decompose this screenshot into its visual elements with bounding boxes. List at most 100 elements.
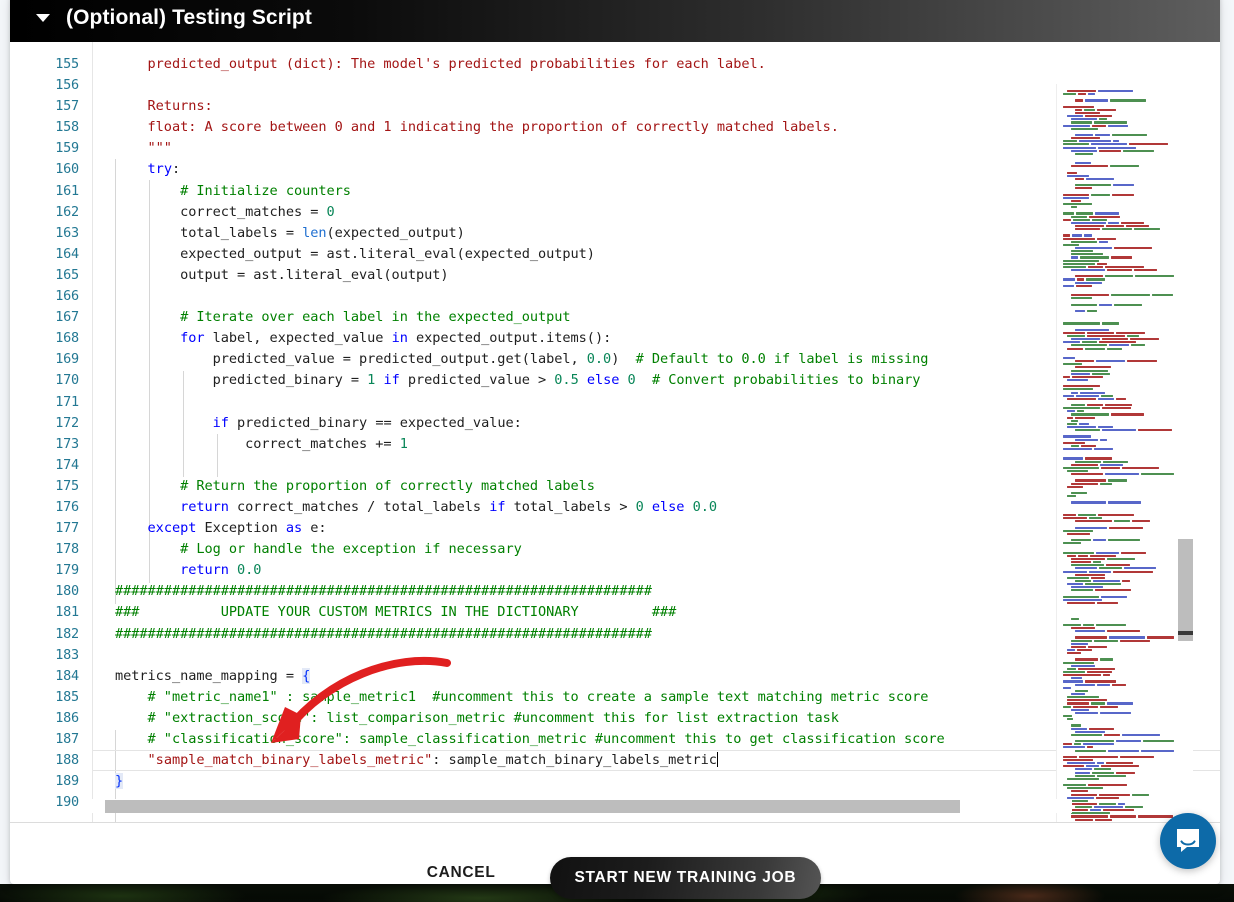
minimap-line xyxy=(1063,115,1174,118)
minimap-line xyxy=(1063,309,1174,312)
code-line[interactable]: ### UPDATE YOUR CUSTOM METRICS IN THE DI… xyxy=(93,602,1220,623)
minimap-line xyxy=(1063,262,1174,265)
code-line[interactable]: ########################################… xyxy=(93,581,1220,602)
minimap-line xyxy=(1063,730,1174,733)
code-line[interactable] xyxy=(93,75,1220,96)
vertical-scrollbar-thumb[interactable] xyxy=(1178,539,1193,641)
minimap-line xyxy=(1063,567,1174,570)
code-minimap[interactable] xyxy=(1056,84,1178,822)
code-line[interactable]: ########################################… xyxy=(93,624,1220,645)
line-number: 165 xyxy=(55,266,79,283)
code-line[interactable]: # "extraction_score": list_comparison_me… xyxy=(93,708,1220,729)
code-line[interactable]: correct_matches = 0 xyxy=(93,202,1220,223)
minimap-line xyxy=(1063,372,1174,375)
editor-code-area[interactable]: predicted_output (dict): The model's pre… xyxy=(92,42,1220,822)
minimap-line xyxy=(1063,470,1174,473)
minimap-line xyxy=(1063,334,1174,338)
minimap-line xyxy=(1063,762,1174,765)
minimap-line xyxy=(1063,228,1174,231)
code-line[interactable]: for label, expected_value in expected_ou… xyxy=(93,328,1220,349)
vertical-scrollbar-track[interactable] xyxy=(1178,84,1193,822)
minimap-line xyxy=(1063,787,1174,790)
minimap-line xyxy=(1063,671,1174,674)
code-editor[interactable]: 155 156 157 158 159 160 161 162 163 164 165 166 167 1… xyxy=(10,42,1220,822)
code-line[interactable]: # "metric_name1" : sample_metric1 #uncom… xyxy=(93,687,1220,708)
code-line[interactable]: predicted_value = predicted_output.get(l… xyxy=(93,349,1220,370)
section-title: (Optional) Testing Script xyxy=(66,6,312,29)
minimap-line xyxy=(1063,347,1174,350)
code-line[interactable]: # Iterate over each label in the expecte… xyxy=(93,307,1220,328)
minimap-line xyxy=(1063,549,1174,551)
code-line[interactable]: return 0.0 xyxy=(93,560,1220,581)
cancel-button[interactable]: CANCEL xyxy=(413,857,510,889)
line-number: 168 xyxy=(55,330,79,347)
caret-down-icon[interactable] xyxy=(36,14,50,22)
code-line[interactable]: output = ast.literal_eval(output) xyxy=(93,265,1220,286)
minimap-line xyxy=(1063,755,1174,758)
scrollbar-cursor-marker xyxy=(1178,631,1193,635)
minimap-line xyxy=(1063,448,1174,451)
minimap-line xyxy=(1063,513,1174,517)
minimap-line xyxy=(1063,539,1174,542)
minimap-line xyxy=(1063,733,1174,736)
code-line[interactable]: Returns: xyxy=(93,96,1220,117)
code-line[interactable]: # "classification_score": sample_classif… xyxy=(93,729,1220,750)
code-line[interactable]: } xyxy=(93,771,1220,792)
code-line[interactable]: predicted_binary = 1 if predicted_value … xyxy=(93,370,1220,391)
minimap-line xyxy=(1063,815,1174,818)
minimap-line xyxy=(1063,636,1174,639)
minimap-line xyxy=(1063,432,1174,434)
minimap-line xyxy=(1063,331,1174,334)
minimap-line xyxy=(1063,103,1174,105)
minimap-line xyxy=(1063,693,1174,696)
minimap-line xyxy=(1063,356,1174,360)
minimap-line xyxy=(1063,300,1174,302)
line-number: 186 xyxy=(55,709,79,726)
start-new-training-job-button[interactable]: START NEW TRAINING JOB xyxy=(549,857,822,899)
code-line[interactable] xyxy=(93,455,1220,476)
code-line[interactable]: if predicted_binary == expected_value: xyxy=(93,413,1220,434)
minimap-line xyxy=(1063,209,1174,211)
minimap-line xyxy=(1063,272,1174,274)
code-line[interactable]: expected_output = ast.literal_eval(expec… xyxy=(93,244,1220,265)
code-line[interactable]: float: A score between 0 and 1 indicatin… xyxy=(93,117,1220,138)
code-line[interactable] xyxy=(93,286,1220,307)
code-line-active[interactable]: "sample_match_binary_labels_metric": sam… xyxy=(93,750,1220,772)
minimap-line xyxy=(1063,564,1174,567)
code-line[interactable] xyxy=(93,392,1220,413)
code-line[interactable]: # Initialize counters xyxy=(93,181,1220,202)
chat-launcher-button[interactable] xyxy=(1160,813,1216,869)
minimap-line xyxy=(1063,796,1174,799)
minimap-line xyxy=(1063,256,1174,259)
minimap-line xyxy=(1063,781,1174,783)
code-line[interactable]: """ xyxy=(93,138,1220,159)
code-line[interactable]: try: xyxy=(93,159,1220,180)
code-line[interactable]: # Log or handle the exception if necessa… xyxy=(93,539,1220,560)
minimap-line xyxy=(1063,413,1174,416)
code-line[interactable]: # Return the proportion of correctly mat… xyxy=(93,476,1220,497)
minimap-line xyxy=(1063,511,1174,513)
minimap-line xyxy=(1063,307,1174,309)
minimap-line xyxy=(1063,435,1174,438)
line-number: 167 xyxy=(55,309,79,326)
code-line[interactable]: return correct_matches / total_labels if… xyxy=(93,497,1220,518)
code-line[interactable]: except Exception as e: xyxy=(93,518,1220,539)
code-line[interactable]: total_labels = len(expected_output) xyxy=(93,223,1220,244)
minimap-line xyxy=(1063,96,1174,98)
minimap-line xyxy=(1063,583,1174,586)
code-line[interactable]: metrics_name_mapping = { xyxy=(93,666,1220,687)
code-line[interactable]: correct_matches += 1 xyxy=(93,434,1220,455)
minimap-line xyxy=(1063,784,1174,787)
minimap-line xyxy=(1063,127,1174,130)
section-header-testing-script[interactable]: (Optional) Testing Script xyxy=(10,0,1220,42)
minimap-line xyxy=(1063,344,1174,347)
minimap-line xyxy=(1063,326,1174,328)
minimap-line xyxy=(1063,162,1174,165)
minimap-line xyxy=(1063,667,1174,670)
code-line[interactable] xyxy=(93,645,1220,666)
minimap-line xyxy=(1063,388,1174,391)
minimap-line xyxy=(1063,354,1174,356)
code-line[interactable]: predicted_output (dict): The model's pre… xyxy=(93,54,1220,75)
minimap-line xyxy=(1063,652,1174,655)
horizontal-scrollbar-thumb[interactable] xyxy=(105,800,960,813)
